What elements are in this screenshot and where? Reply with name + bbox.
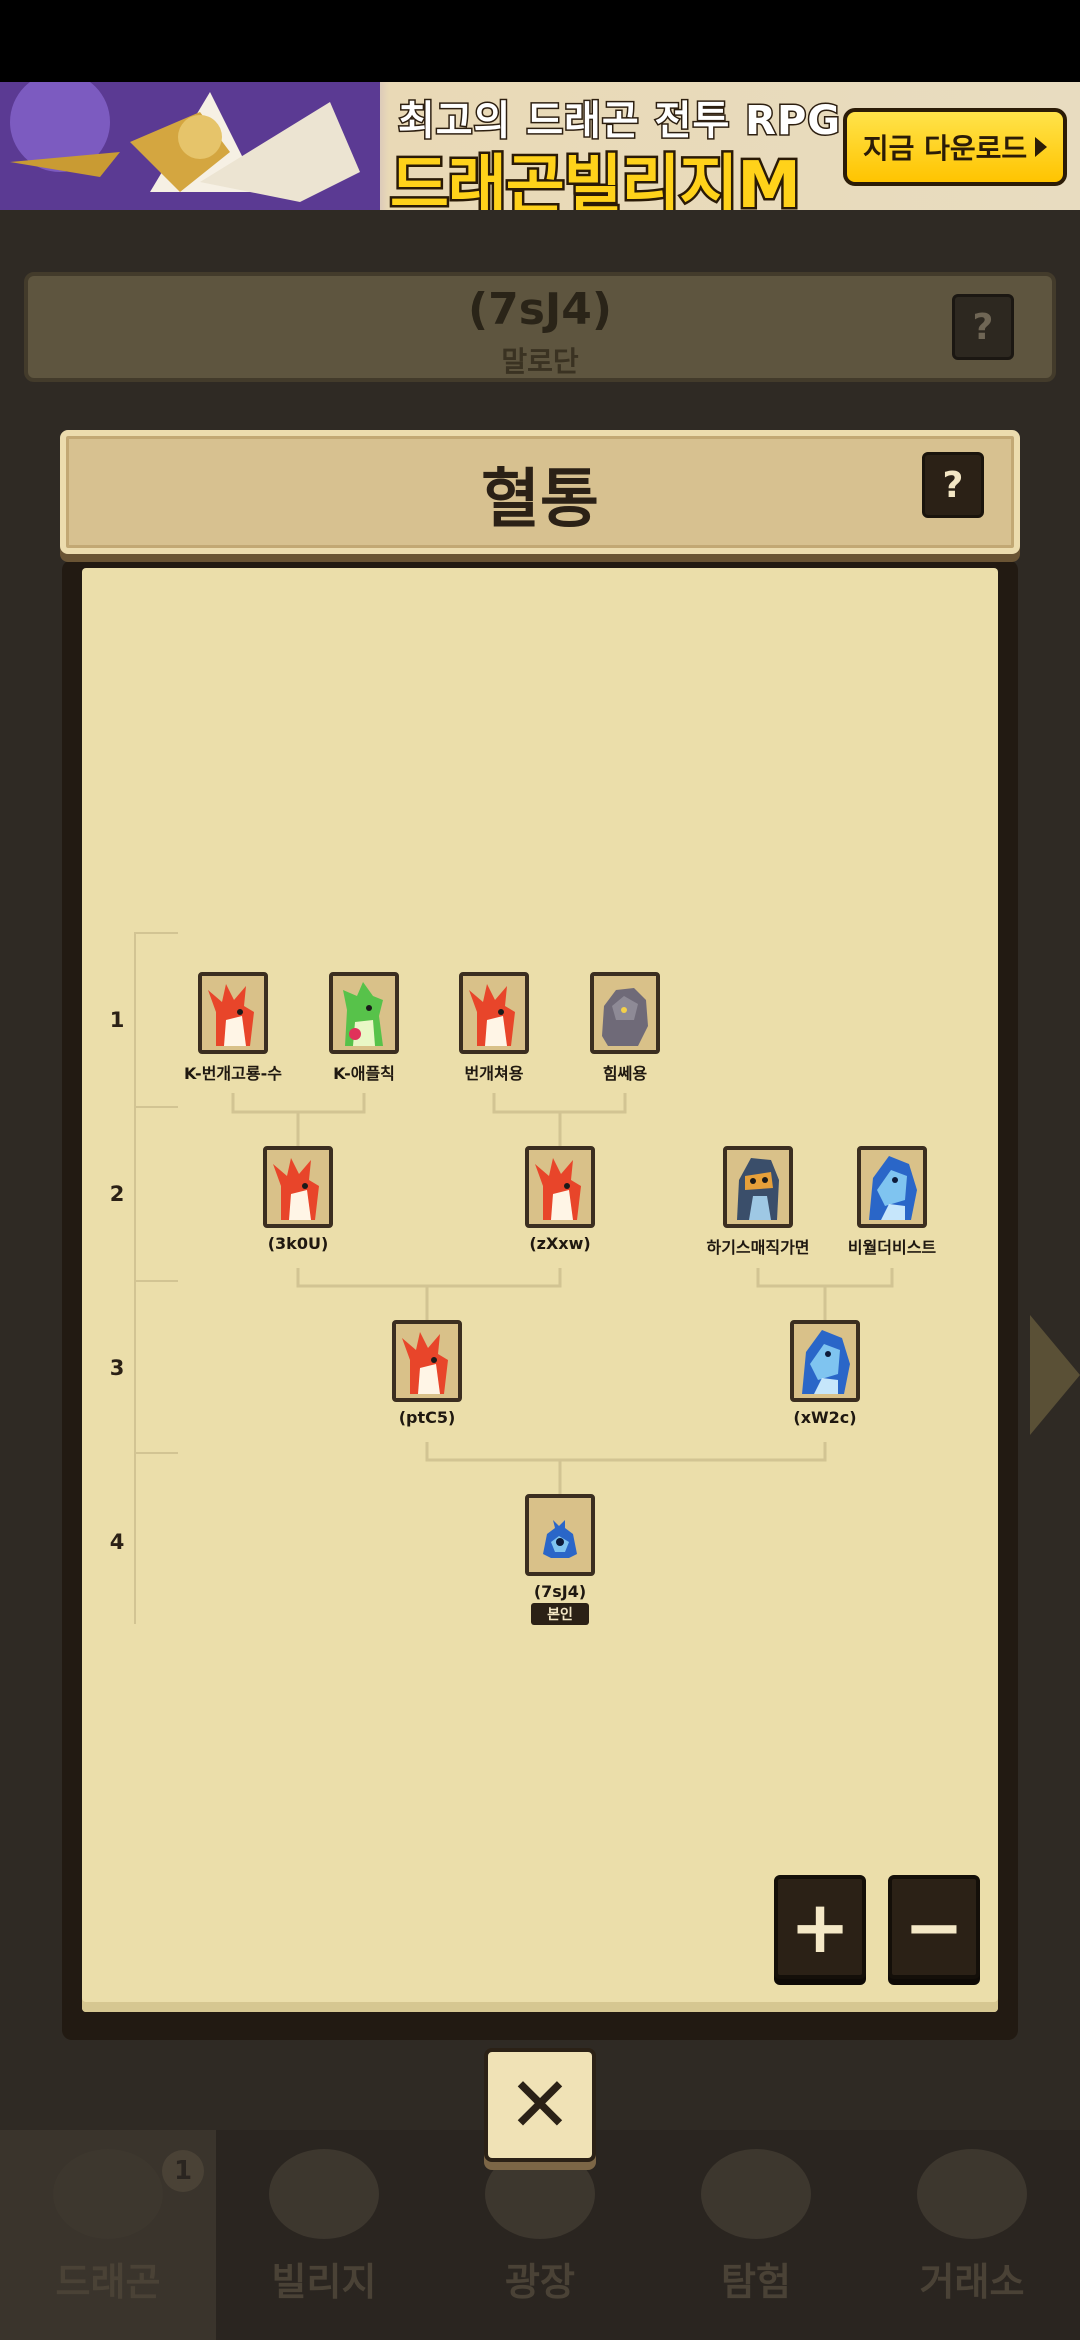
play-arrow-icon — [1035, 137, 1048, 157]
ad-cta-label: 지금 다운로드 — [862, 132, 1028, 165]
nav-item-explore: 탐험 — [648, 2130, 864, 2340]
green-dragon-icon — [329, 972, 399, 1054]
dragon-species: 말로단 — [501, 345, 579, 378]
compass-icon — [701, 2149, 811, 2239]
dragon-icon — [53, 2149, 163, 2239]
red-dragon-icon — [263, 1146, 333, 1228]
nav-item-dragon: 드래곤 1 — [0, 2130, 216, 2340]
dragon-header: (7sJ4) 말로단 ? — [24, 272, 1056, 382]
ad-download-button[interactable]: 지금 다운로드 — [843, 108, 1067, 186]
blue-dragon-icon — [857, 1146, 927, 1228]
help-button[interactable]: ? — [922, 452, 984, 518]
nav-label: 드래곤 — [55, 2260, 161, 2304]
node-label: 힘쎄용 — [602, 1064, 648, 1083]
red-dragon-icon — [392, 1320, 462, 1402]
self-badge: 본인 — [531, 1603, 589, 1625]
red-dragon-icon — [198, 972, 268, 1054]
lineage-node[interactable]: (zXxw) — [505, 1146, 615, 1253]
node-label: 비월더비스트 — [847, 1238, 937, 1257]
lineage-node[interactable]: (xW2c) — [770, 1320, 880, 1427]
node-label: (7sJ4) — [533, 1582, 587, 1601]
node-label: (3k0U) — [267, 1234, 329, 1253]
nav-label: 탐험 — [721, 2260, 791, 2304]
masked-dragon-icon — [723, 1146, 793, 1228]
node-label: (ptC5) — [398, 1408, 456, 1427]
lineage-node[interactable]: (ptC5) — [372, 1320, 482, 1427]
village-icon — [269, 2149, 379, 2239]
blue-egg-icon — [525, 1494, 595, 1576]
lineage-node[interactable]: (3k0U) — [243, 1146, 353, 1253]
lineage-connectors — [231, 1093, 894, 1498]
nav-item-market: 거래소 — [864, 2130, 1080, 2340]
lineage-node[interactable]: 힘쎄용 — [570, 972, 680, 1084]
nav-label: 광장 — [505, 2260, 575, 2304]
dragon-art-icon — [0, 82, 380, 210]
lineage-modal: 1 2 3 4 K-번개고룡-수 K-애플칙 번개쳐용 힘쎄용 (3k0U) (… — [60, 430, 1020, 2042]
lineage-node[interactable]: 비월더비스트 — [837, 1146, 947, 1258]
ad-banner[interactable]: 최고의 드래곤 전투 RPG 드래곤빌리지M 지금 다운로드 — [0, 82, 1080, 210]
ad-title: 드래곤빌리지M — [388, 147, 804, 211]
market-icon — [917, 2149, 1027, 2239]
next-arrow-icon — [1030, 1315, 1080, 1435]
notification-badge: 1 — [162, 2150, 204, 2192]
modal-title: 혈통 — [481, 463, 599, 537]
nav-label: 거래소 — [919, 2260, 1025, 2304]
status-bar — [0, 0, 1080, 82]
modal-frame: 1 2 3 4 K-번개고룡-수 K-애플칙 번개쳐용 힘쎄용 (3k0U) (… — [62, 560, 1018, 2040]
nav-label: 빌리지 — [271, 2260, 377, 2304]
nav-item-village: 빌리지 — [216, 2130, 432, 2340]
help-icon: ? — [952, 294, 1014, 360]
node-label: (zXxw) — [529, 1234, 591, 1253]
dragon-name: (7sJ4) — [467, 284, 612, 335]
lineage-tree: 1 2 3 4 K-번개고룡-수 K-애플칙 번개쳐용 힘쎄용 (3k0U) (… — [82, 568, 998, 2012]
zoom-out-button[interactable]: − — [888, 1875, 980, 1979]
blue-dragon-icon — [790, 1320, 860, 1402]
zoom-in-button[interactable]: + — [774, 1875, 866, 1979]
lineage-node-self[interactable]: (7sJ4) 본인 — [505, 1494, 615, 1625]
lineage-panel[interactable]: 1 2 3 4 K-번개고룡-수 K-애플칙 번개쳐용 힘쎄용 (3k0U) (… — [82, 568, 998, 2012]
close-icon: ✕ — [508, 2060, 572, 2149]
red-dragon-icon — [459, 972, 529, 1054]
modal-header: 혈통 ? — [60, 430, 1020, 554]
gray-dragon-icon — [590, 972, 660, 1054]
red-dragon-icon — [525, 1146, 595, 1228]
node-label: (xW2c) — [793, 1408, 857, 1427]
plaza-icon — [485, 2149, 595, 2239]
close-button[interactable]: ✕ — [484, 2048, 596, 2162]
